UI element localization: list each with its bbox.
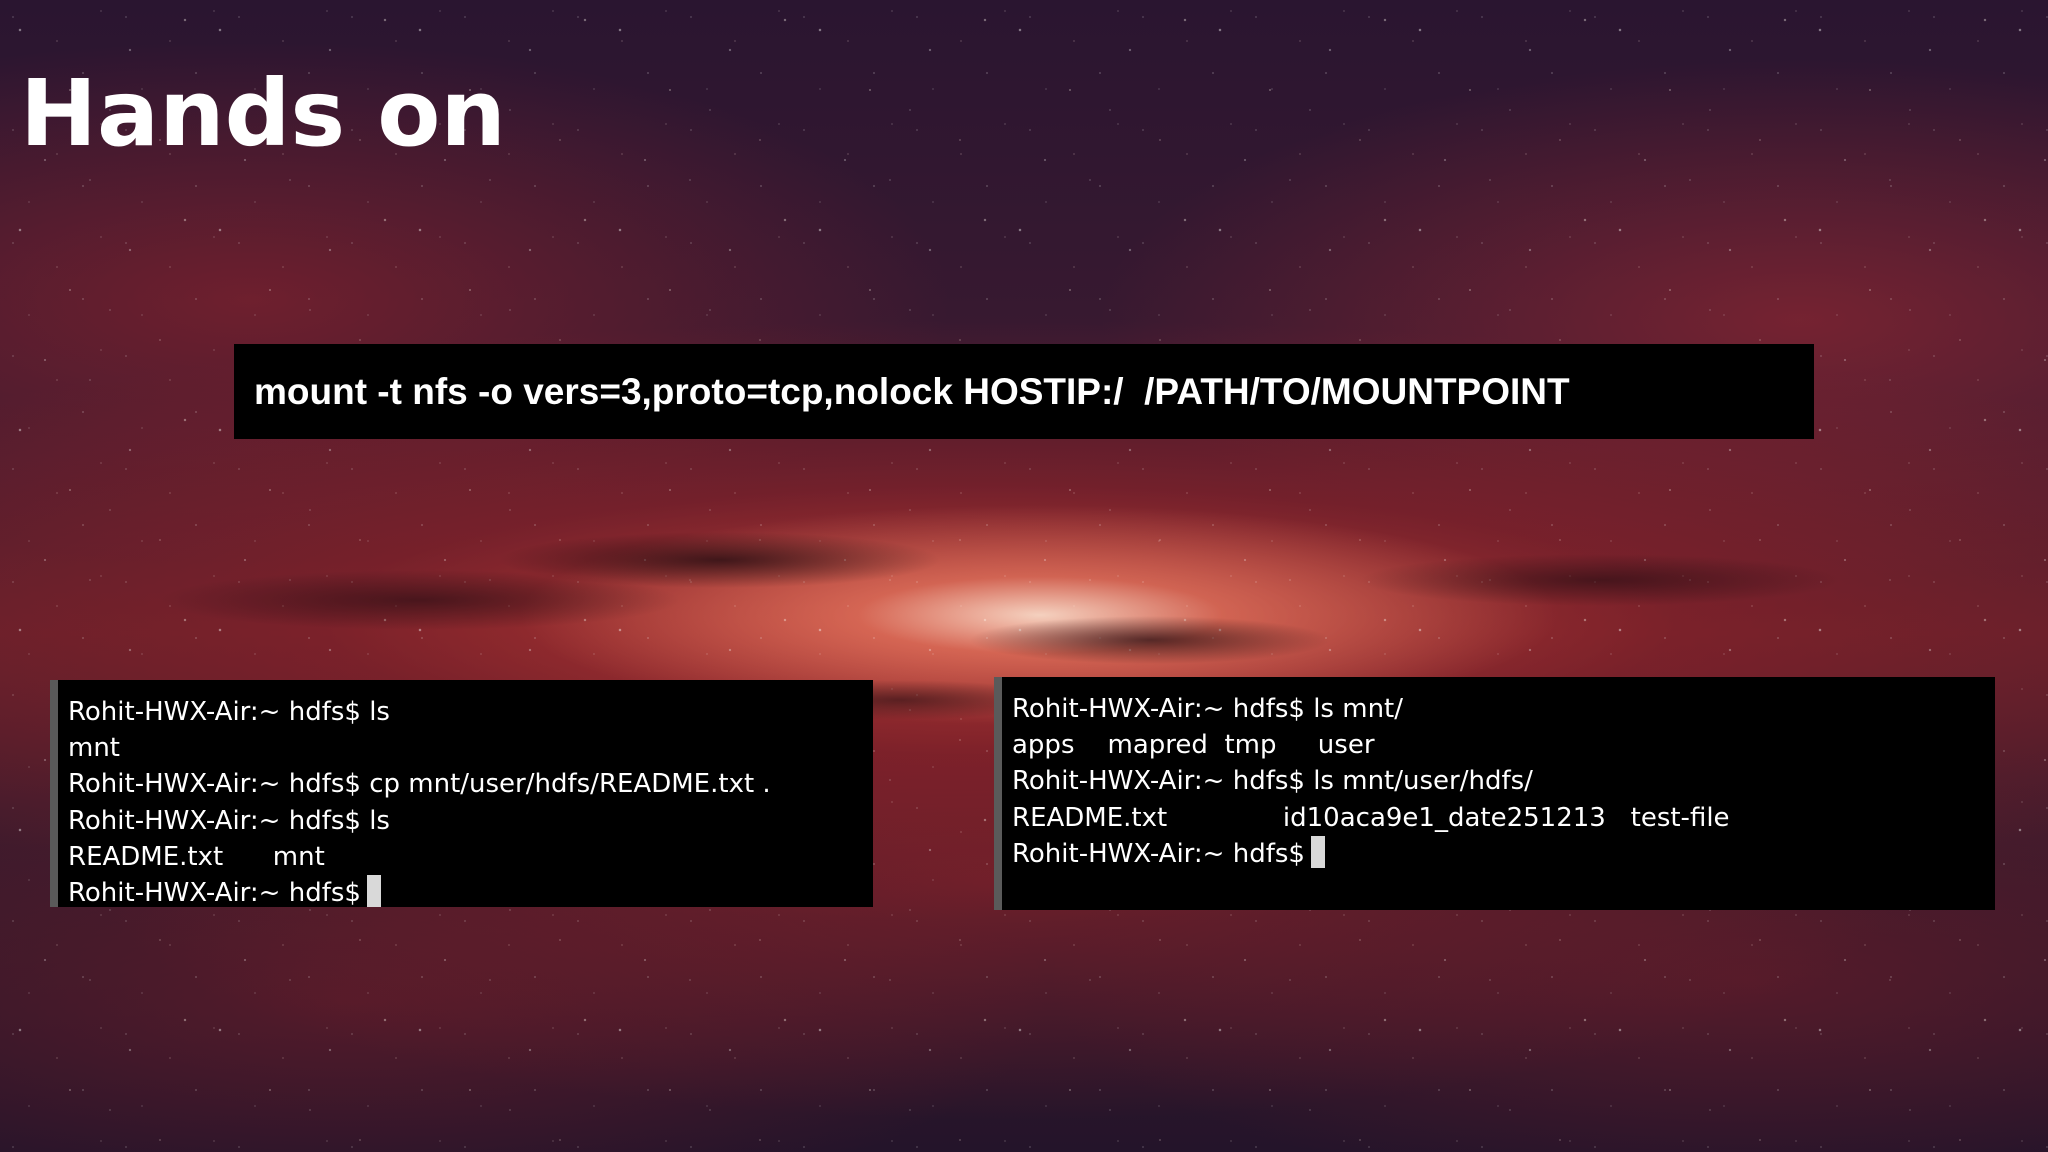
terminal-line: apps mapred tmp user xyxy=(1012,730,1375,761)
terminal-line: Rohit-HWX-Air:~ hdfs$ cp mnt/user/hdfs/R… xyxy=(68,769,771,800)
background-dust-lanes xyxy=(0,0,2048,1152)
terminal-prompt-line: Rohit-HWX-Air:~ hdfs$ xyxy=(1012,836,1995,872)
terminal-screenshot-right: Rohit-HWX-Air:~ hdfs$ ls mnt/ apps mapre… xyxy=(994,677,1995,910)
slide-title: Hands on xyxy=(20,60,506,167)
terminal-cursor xyxy=(1310,836,1325,869)
terminal-line: README.txt id10aca9e1_date251213 test-fi… xyxy=(1012,802,1730,833)
terminal-line: Rohit-HWX-Air:~ hdfs$ ls mnt/user/hdfs/ xyxy=(1012,766,1533,797)
terminal-screenshot-left: Rohit-HWX-Air:~ hdfs$ ls mnt Rohit-HWX-A… xyxy=(50,680,873,908)
terminal-cursor xyxy=(366,875,381,908)
terminal-line: Rohit-HWX-Air:~ hdfs$ ls mnt/ xyxy=(1012,694,1404,724)
terminal-line: mnt xyxy=(68,733,120,764)
terminal-line: Rohit-HWX-Air:~ hdfs$ ls xyxy=(68,805,390,836)
terminal-prompt: Rohit-HWX-Air:~ hdfs$ xyxy=(1012,838,1305,869)
terminal-line: README.txt mnt xyxy=(68,841,325,872)
terminal-prompt-line: Rohit-HWX-Air:~ hdfs$ xyxy=(68,875,873,911)
terminal-line: Rohit-HWX-Air:~ hdfs$ ls xyxy=(68,697,390,727)
terminal-prompt: Rohit-HWX-Air:~ hdfs$ xyxy=(68,877,361,908)
command-box: mount -t nfs -o vers=3,proto=tcp,nolock … xyxy=(234,344,1814,439)
mount-command-text: mount -t nfs -o vers=3,proto=tcp,nolock … xyxy=(254,370,1570,412)
